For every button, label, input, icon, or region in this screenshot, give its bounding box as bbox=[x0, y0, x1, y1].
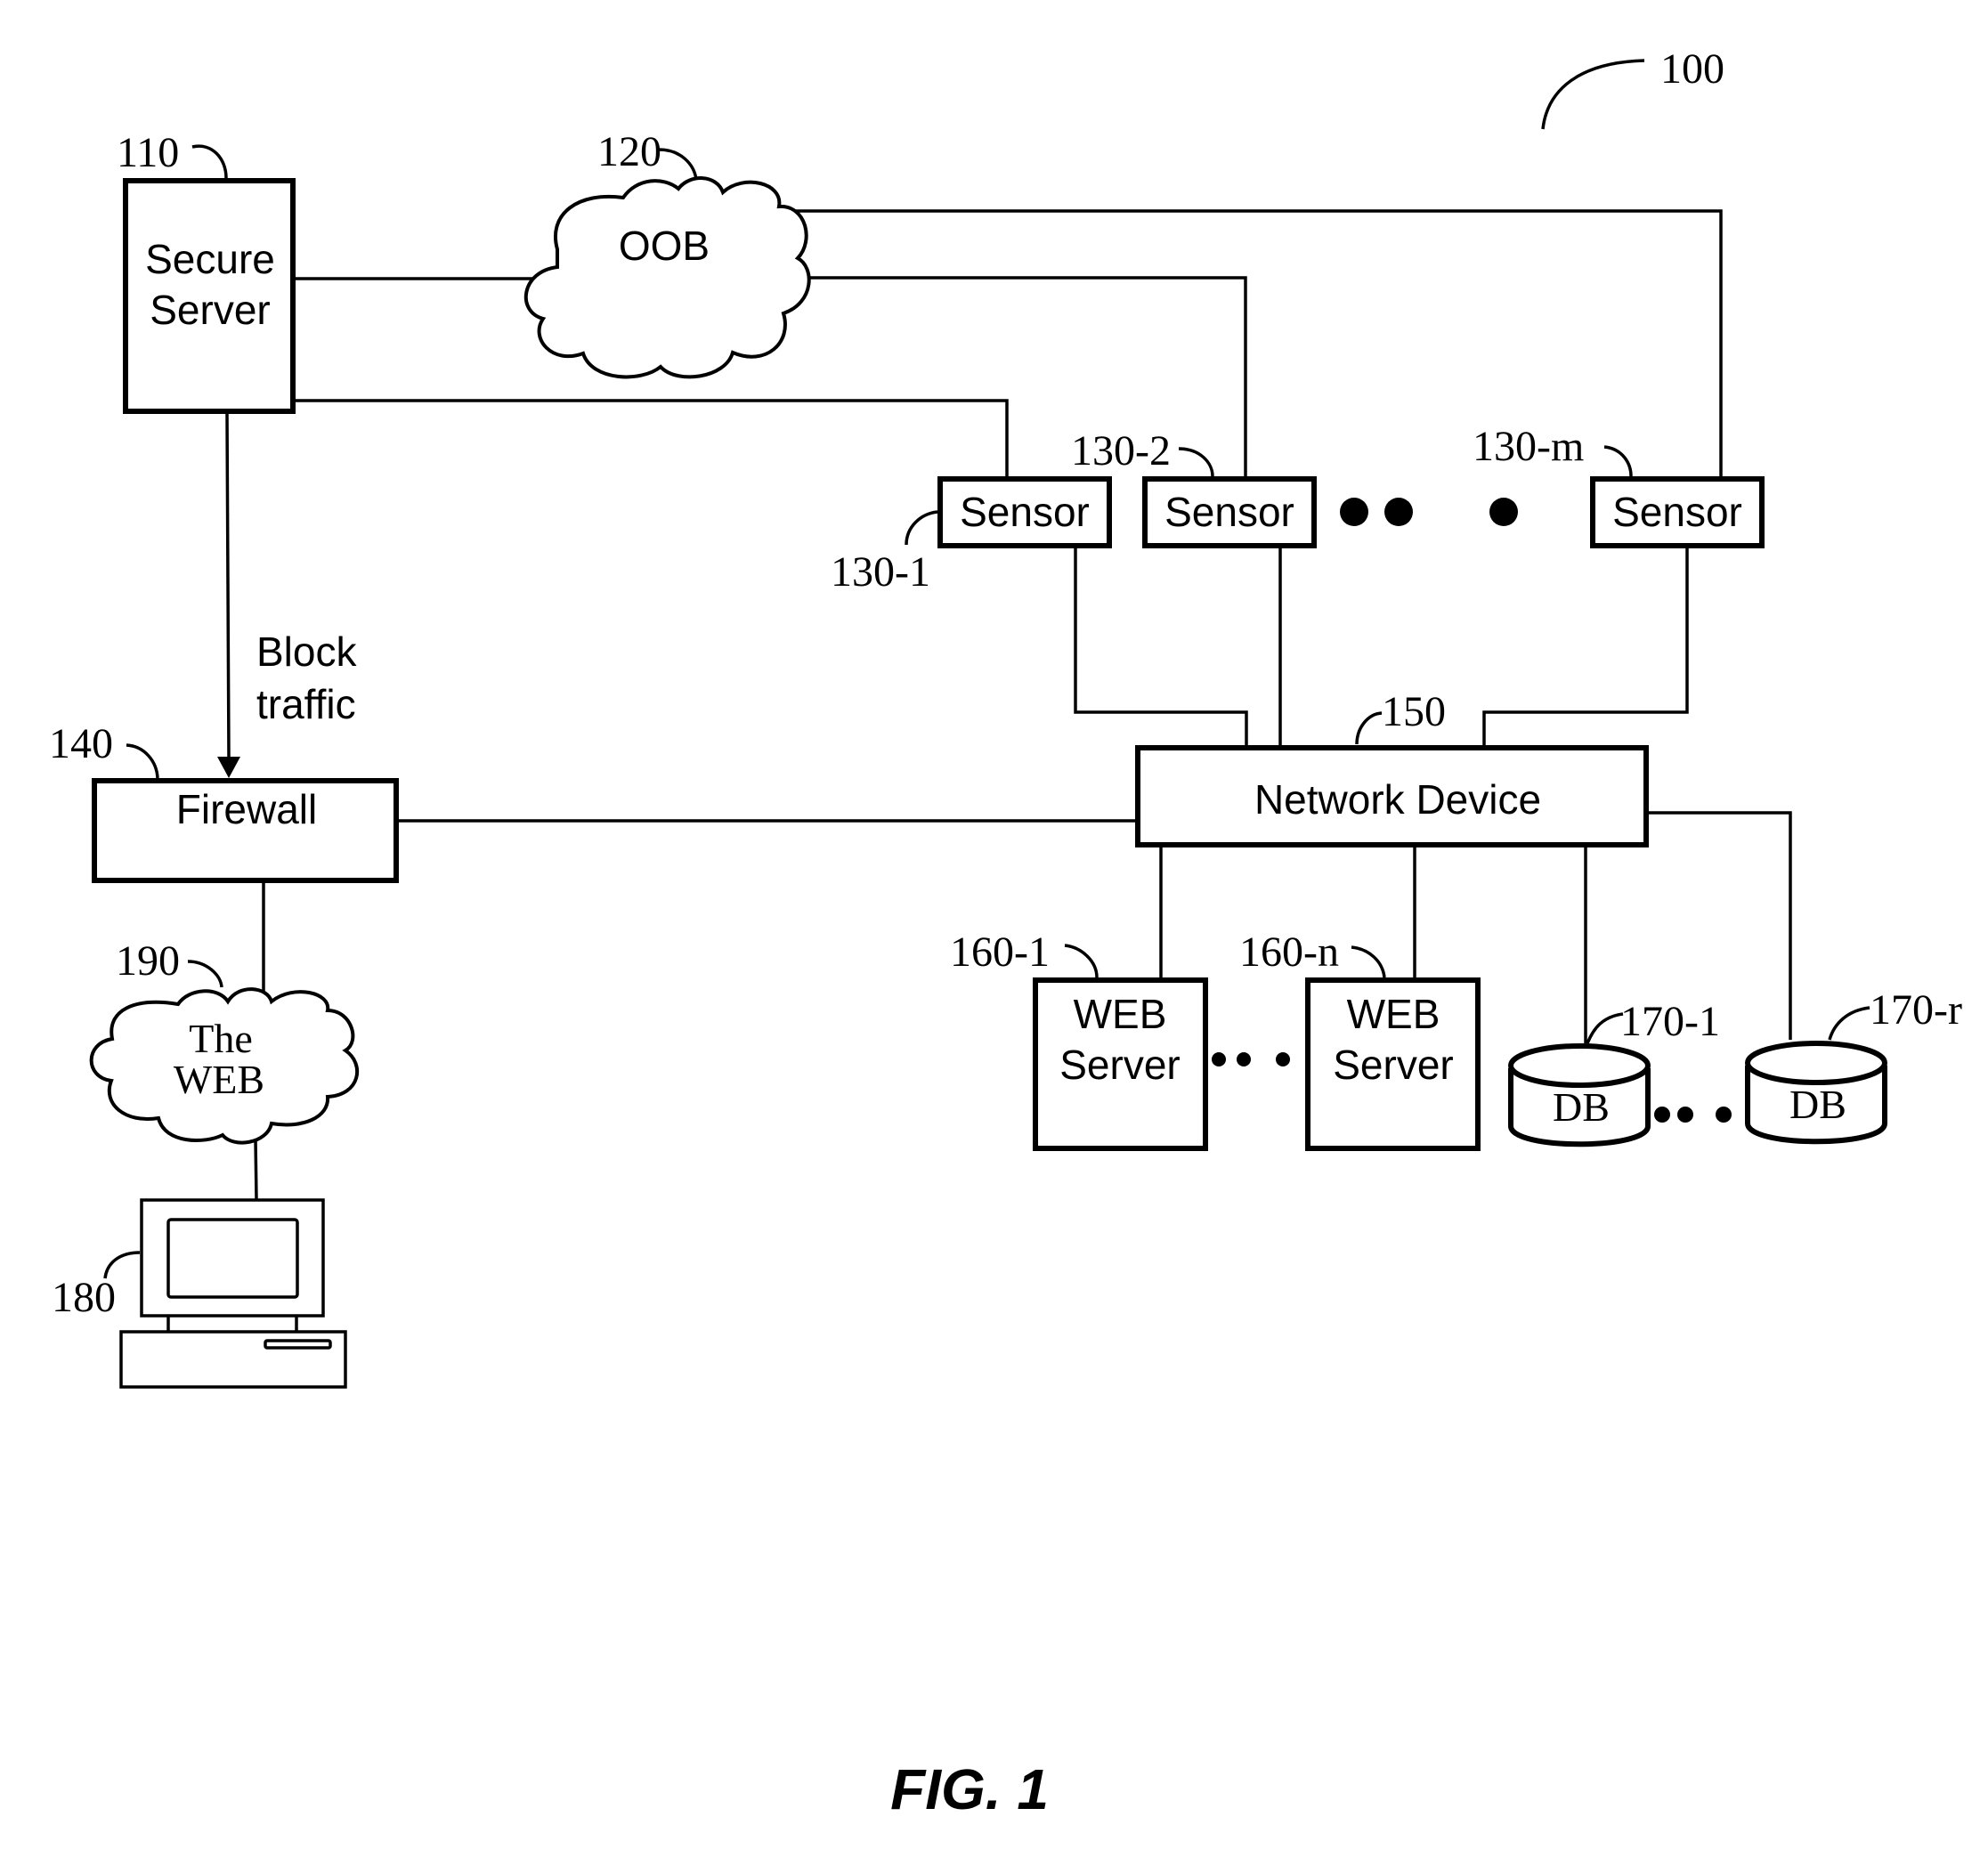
ref-leader-160-1 bbox=[1064, 944, 1099, 978]
figure-caption: FIG. 1 bbox=[890, 1757, 1049, 1821]
wire-sensor-1-network-device bbox=[1074, 548, 1248, 745]
ref-label-150: 150 bbox=[1382, 688, 1446, 735]
sensor-node-m[interactable]: Sensor bbox=[1590, 476, 1765, 548]
ref-label-190: 190 bbox=[116, 937, 180, 985]
drive-slot-icon bbox=[264, 1339, 332, 1350]
ref-label-100: 100 bbox=[1660, 45, 1724, 93]
ellipsis-dot bbox=[1276, 1052, 1290, 1066]
ref-leader-100 bbox=[1541, 59, 1645, 130]
web-server-label-n-line2: Server bbox=[1333, 1042, 1453, 1088]
ref-leader-140 bbox=[126, 743, 159, 779]
ellipsis-dot bbox=[1340, 498, 1368, 526]
web-server-label-n-line1: WEB bbox=[1347, 991, 1440, 1037]
ref-label-130-2: 130-2 bbox=[1071, 427, 1171, 474]
ref-leader-130-m bbox=[1603, 445, 1633, 477]
wire-sensor-m-network-device bbox=[1482, 548, 1689, 745]
web-server-node-1[interactable]: WEB Server bbox=[1033, 977, 1208, 1151]
ref-leader-190 bbox=[187, 960, 223, 988]
network-device-label: Network Device bbox=[1254, 776, 1541, 823]
sensor-label-1: Sensor bbox=[960, 489, 1090, 535]
ref-label-160-1: 160-1 bbox=[950, 928, 1050, 976]
ref-label-110: 110 bbox=[117, 129, 179, 176]
oob-cloud-shape[interactable] bbox=[523, 176, 811, 379]
database-label-1: DB bbox=[1553, 1084, 1610, 1130]
oob-label: OOB bbox=[619, 223, 710, 269]
database-ellipsis bbox=[1654, 1107, 1732, 1123]
ref-label-140: 140 bbox=[49, 720, 113, 767]
ref-label-180: 180 bbox=[52, 1274, 116, 1321]
firewall-label: Firewall bbox=[176, 786, 317, 832]
secure-server-label-line1: Secure bbox=[145, 236, 275, 282]
ref-label-120: 120 bbox=[597, 128, 661, 175]
ref-leader-160-n bbox=[1351, 945, 1386, 978]
ref-label-170-1: 170-1 bbox=[1620, 998, 1720, 1045]
database-top-1 bbox=[1508, 1043, 1651, 1088]
database-node-r[interactable]: DB bbox=[1745, 1041, 1887, 1145]
web-cloud-node[interactable]: The WEB bbox=[89, 987, 360, 1145]
sensor-node-2[interactable]: Sensor bbox=[1142, 476, 1317, 548]
sensor-label-2: Sensor bbox=[1164, 489, 1294, 535]
secure-server-label-line2: Server bbox=[150, 287, 270, 333]
ref-leader-110 bbox=[191, 144, 228, 179]
secure-server-node[interactable]: Secure Server bbox=[123, 178, 296, 414]
web-cloud-label-line2: WEB bbox=[174, 1057, 264, 1102]
ref-leader-170-r bbox=[1828, 1006, 1870, 1041]
web-server-label-1-line1: WEB bbox=[1074, 991, 1167, 1037]
ref-label-130-1: 130-1 bbox=[831, 548, 930, 596]
monitor-screen bbox=[166, 1218, 299, 1299]
sensor-label-m: Sensor bbox=[1612, 489, 1742, 535]
database-node-1[interactable]: DB bbox=[1508, 1043, 1651, 1147]
wire-oob-sensor-2 bbox=[808, 276, 1247, 476]
sensor-ellipsis bbox=[1340, 498, 1518, 526]
ellipsis-dot bbox=[1716, 1107, 1732, 1123]
ellipsis-dot bbox=[1384, 498, 1413, 526]
web-cloud-label-line1: The bbox=[189, 1016, 253, 1061]
ref-label-130-m: 130-m bbox=[1473, 423, 1584, 470]
ellipsis-dot bbox=[1237, 1052, 1251, 1066]
ref-leader-170-1 bbox=[1586, 1012, 1624, 1044]
ref-leader-150 bbox=[1355, 711, 1383, 745]
ellipsis-dot bbox=[1212, 1052, 1226, 1066]
block-traffic-label-line1: Block bbox=[256, 628, 357, 675]
ref-label-170-r: 170-r bbox=[1870, 986, 1962, 1034]
ref-label-160-n: 160-n bbox=[1239, 928, 1339, 976]
wire-secure-server-sensor-1 bbox=[296, 399, 1009, 476]
arrowhead-icon bbox=[217, 757, 240, 778]
ref-leader-130-1 bbox=[905, 510, 938, 546]
block-traffic-label-line2: traffic bbox=[256, 681, 356, 727]
ref-leader-120 bbox=[658, 148, 698, 181]
wire-secure-server-firewall bbox=[225, 413, 231, 758]
ellipsis-dot bbox=[1654, 1107, 1670, 1123]
web-server-ellipsis bbox=[1212, 1052, 1290, 1066]
client-computer-node[interactable] bbox=[119, 1198, 347, 1389]
ref-leader-130-2 bbox=[1178, 447, 1214, 477]
ellipsis-dot bbox=[1489, 498, 1518, 526]
firewall-node[interactable]: Firewall bbox=[92, 778, 399, 883]
ellipsis-dot bbox=[1677, 1107, 1693, 1123]
web-server-label-1-line2: Server bbox=[1059, 1042, 1180, 1088]
database-top-r bbox=[1745, 1041, 1887, 1085]
network-device-node[interactable]: Network Device bbox=[1135, 745, 1649, 847]
database-label-r: DB bbox=[1789, 1082, 1846, 1127]
sensor-node-1[interactable]: Sensor bbox=[937, 476, 1112, 548]
oob-cloud-node[interactable]: OOB bbox=[523, 176, 811, 379]
network-diagram: Secure Server 110 OOB 120 Sensor 130-1 S… bbox=[49, 45, 1962, 1821]
web-server-node-n[interactable]: WEB Server bbox=[1305, 977, 1481, 1151]
